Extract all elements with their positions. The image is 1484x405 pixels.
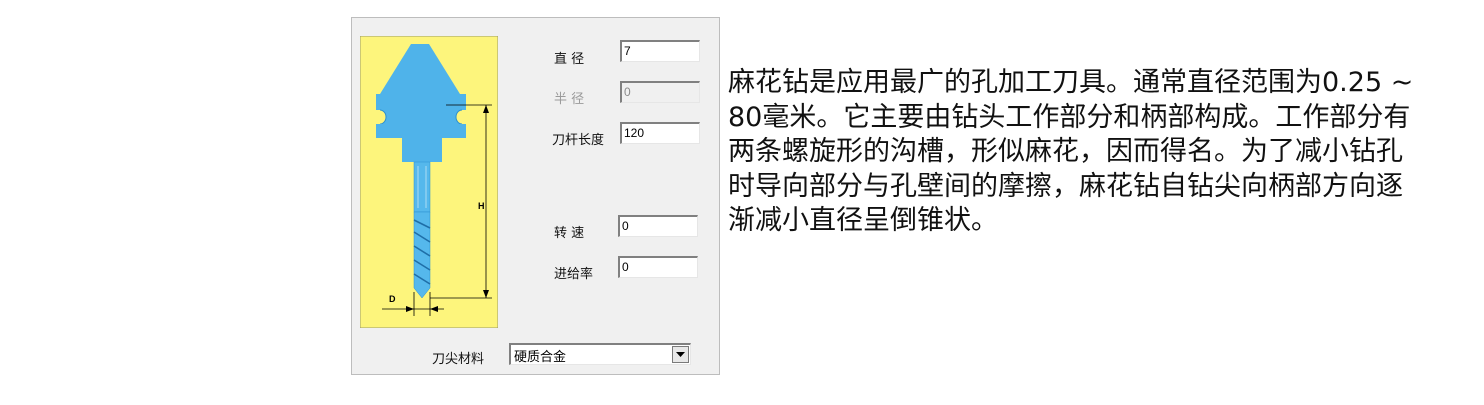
tip-material-select[interactable]: 硬质合金 [509, 343, 691, 365]
radius-label: 半 径 [554, 92, 585, 107]
diameter-input[interactable]: 7 [620, 40, 700, 62]
tip-material-value: 硬质合金 [514, 350, 567, 365]
tool-settings-panel: H D 直 径 7 半 径 0 刀杆长度 120 转 速 0 进给率 0 刀尖材… [351, 17, 720, 375]
diameter-dimension-label: D [389, 294, 396, 304]
drill-shank [413, 161, 431, 213]
tool-length-input[interactable]: 120 [620, 122, 700, 144]
holder-collet [402, 138, 442, 162]
diameter-label: 直 径 [554, 52, 585, 67]
feed-rate-input[interactable]: 0 [618, 256, 698, 278]
tool-length-label: 刀杆长度 [552, 133, 605, 148]
drill-description-text: 麻花钻是应用最广的孔加工刀具。通常直径范围为0.25 ~ 80毫米。它主要由钻头… [728, 67, 1414, 236]
holder-groove [380, 110, 462, 124]
holder-flange-top [376, 94, 466, 110]
spindle-speed-input[interactable]: 0 [618, 215, 698, 237]
chevron-down-icon[interactable] [672, 346, 689, 363]
height-dimension-label: H [478, 201, 485, 211]
tip-material-label: 刀尖材料 [432, 352, 485, 367]
drill-tool-diagram: H D [360, 36, 498, 328]
spindle-speed-label: 转 速 [554, 226, 585, 241]
radius-input: 0 [620, 81, 700, 103]
feed-rate-label: 进给率 [554, 267, 594, 282]
holder-flange-bottom [376, 124, 466, 138]
